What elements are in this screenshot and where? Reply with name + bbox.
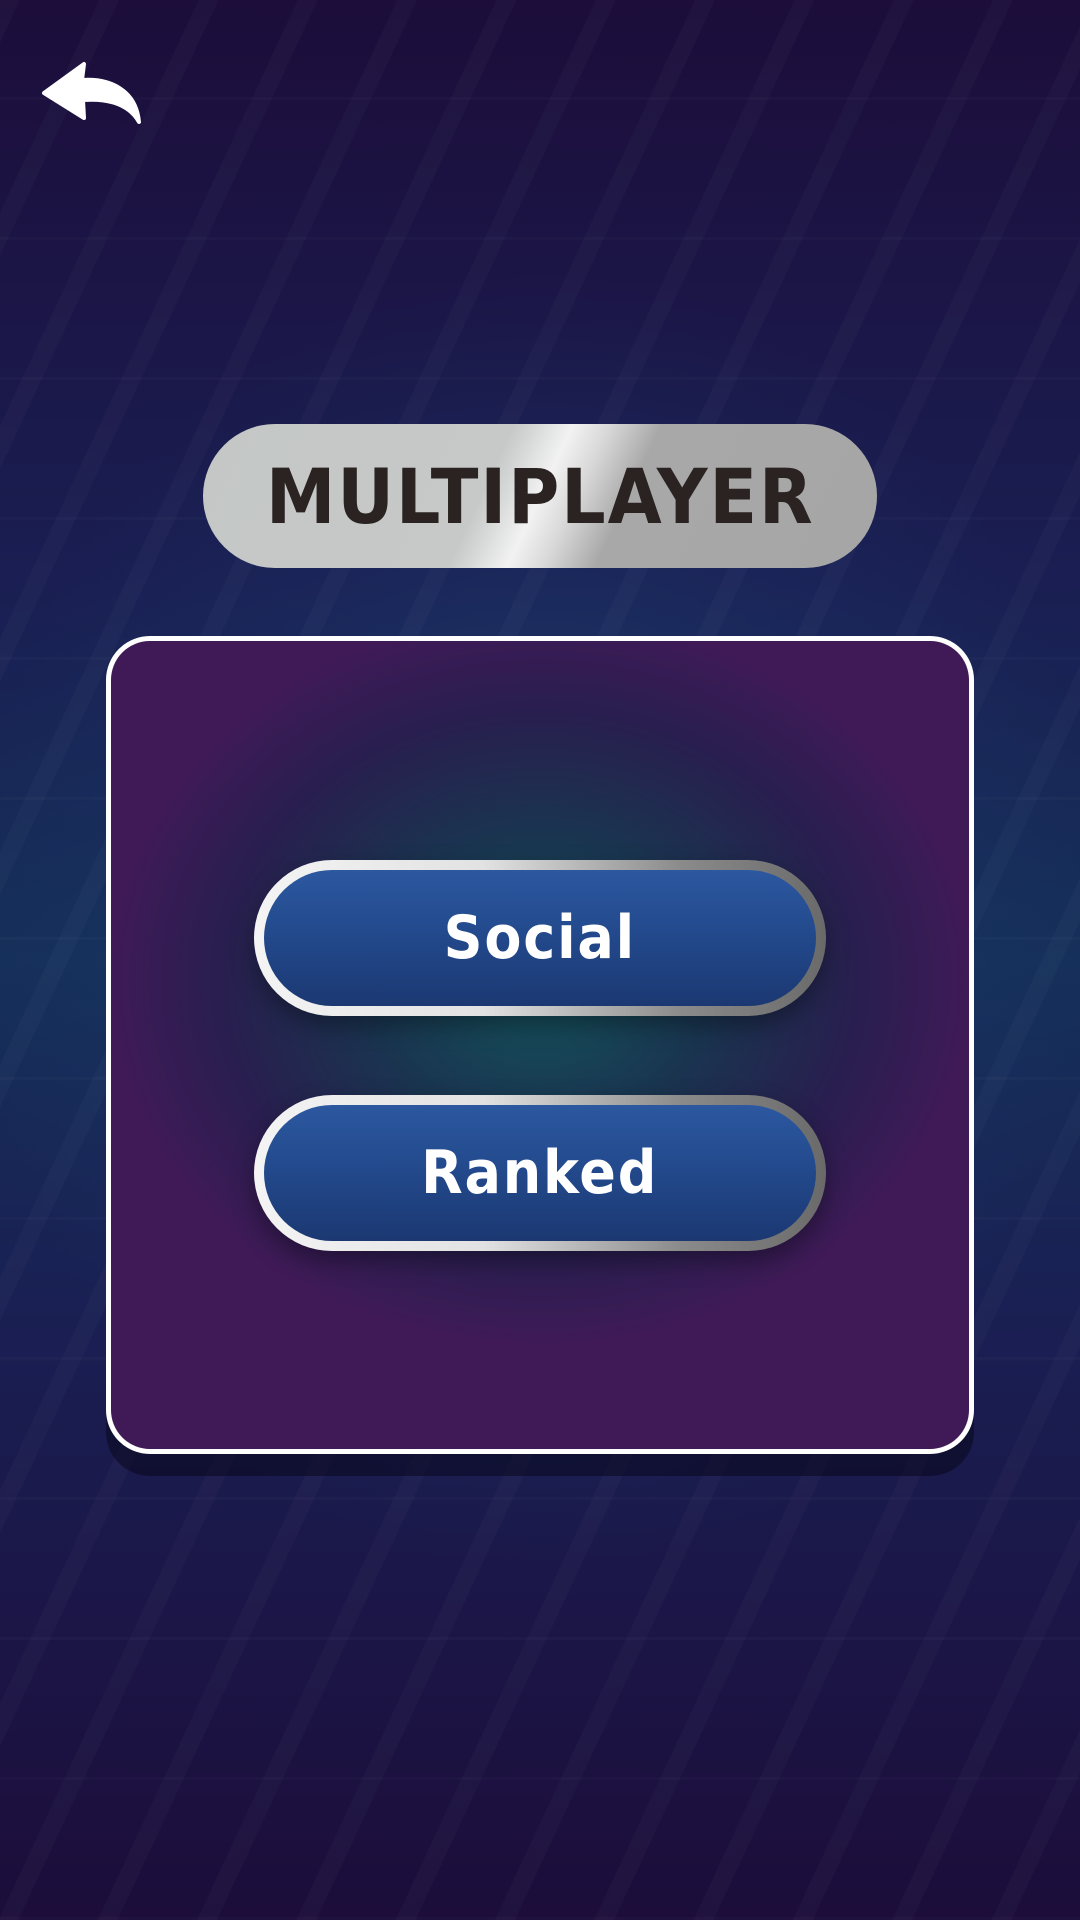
- page-title: MULTIPLAYER: [265, 451, 815, 541]
- back-arrow-icon: [42, 62, 141, 124]
- social-button-face[interactable]: Social: [264, 870, 816, 1006]
- title-banner: MULTIPLAYER: [203, 424, 877, 568]
- back-button[interactable]: [40, 60, 142, 130]
- social-button[interactable]: Social: [254, 860, 826, 1016]
- menu-panel: [106, 636, 974, 1454]
- ranked-button[interactable]: Ranked: [254, 1095, 826, 1251]
- ranked-button-label: Ranked: [421, 1138, 659, 1208]
- ranked-button-face[interactable]: Ranked: [264, 1105, 816, 1241]
- social-button-label: Social: [443, 903, 637, 973]
